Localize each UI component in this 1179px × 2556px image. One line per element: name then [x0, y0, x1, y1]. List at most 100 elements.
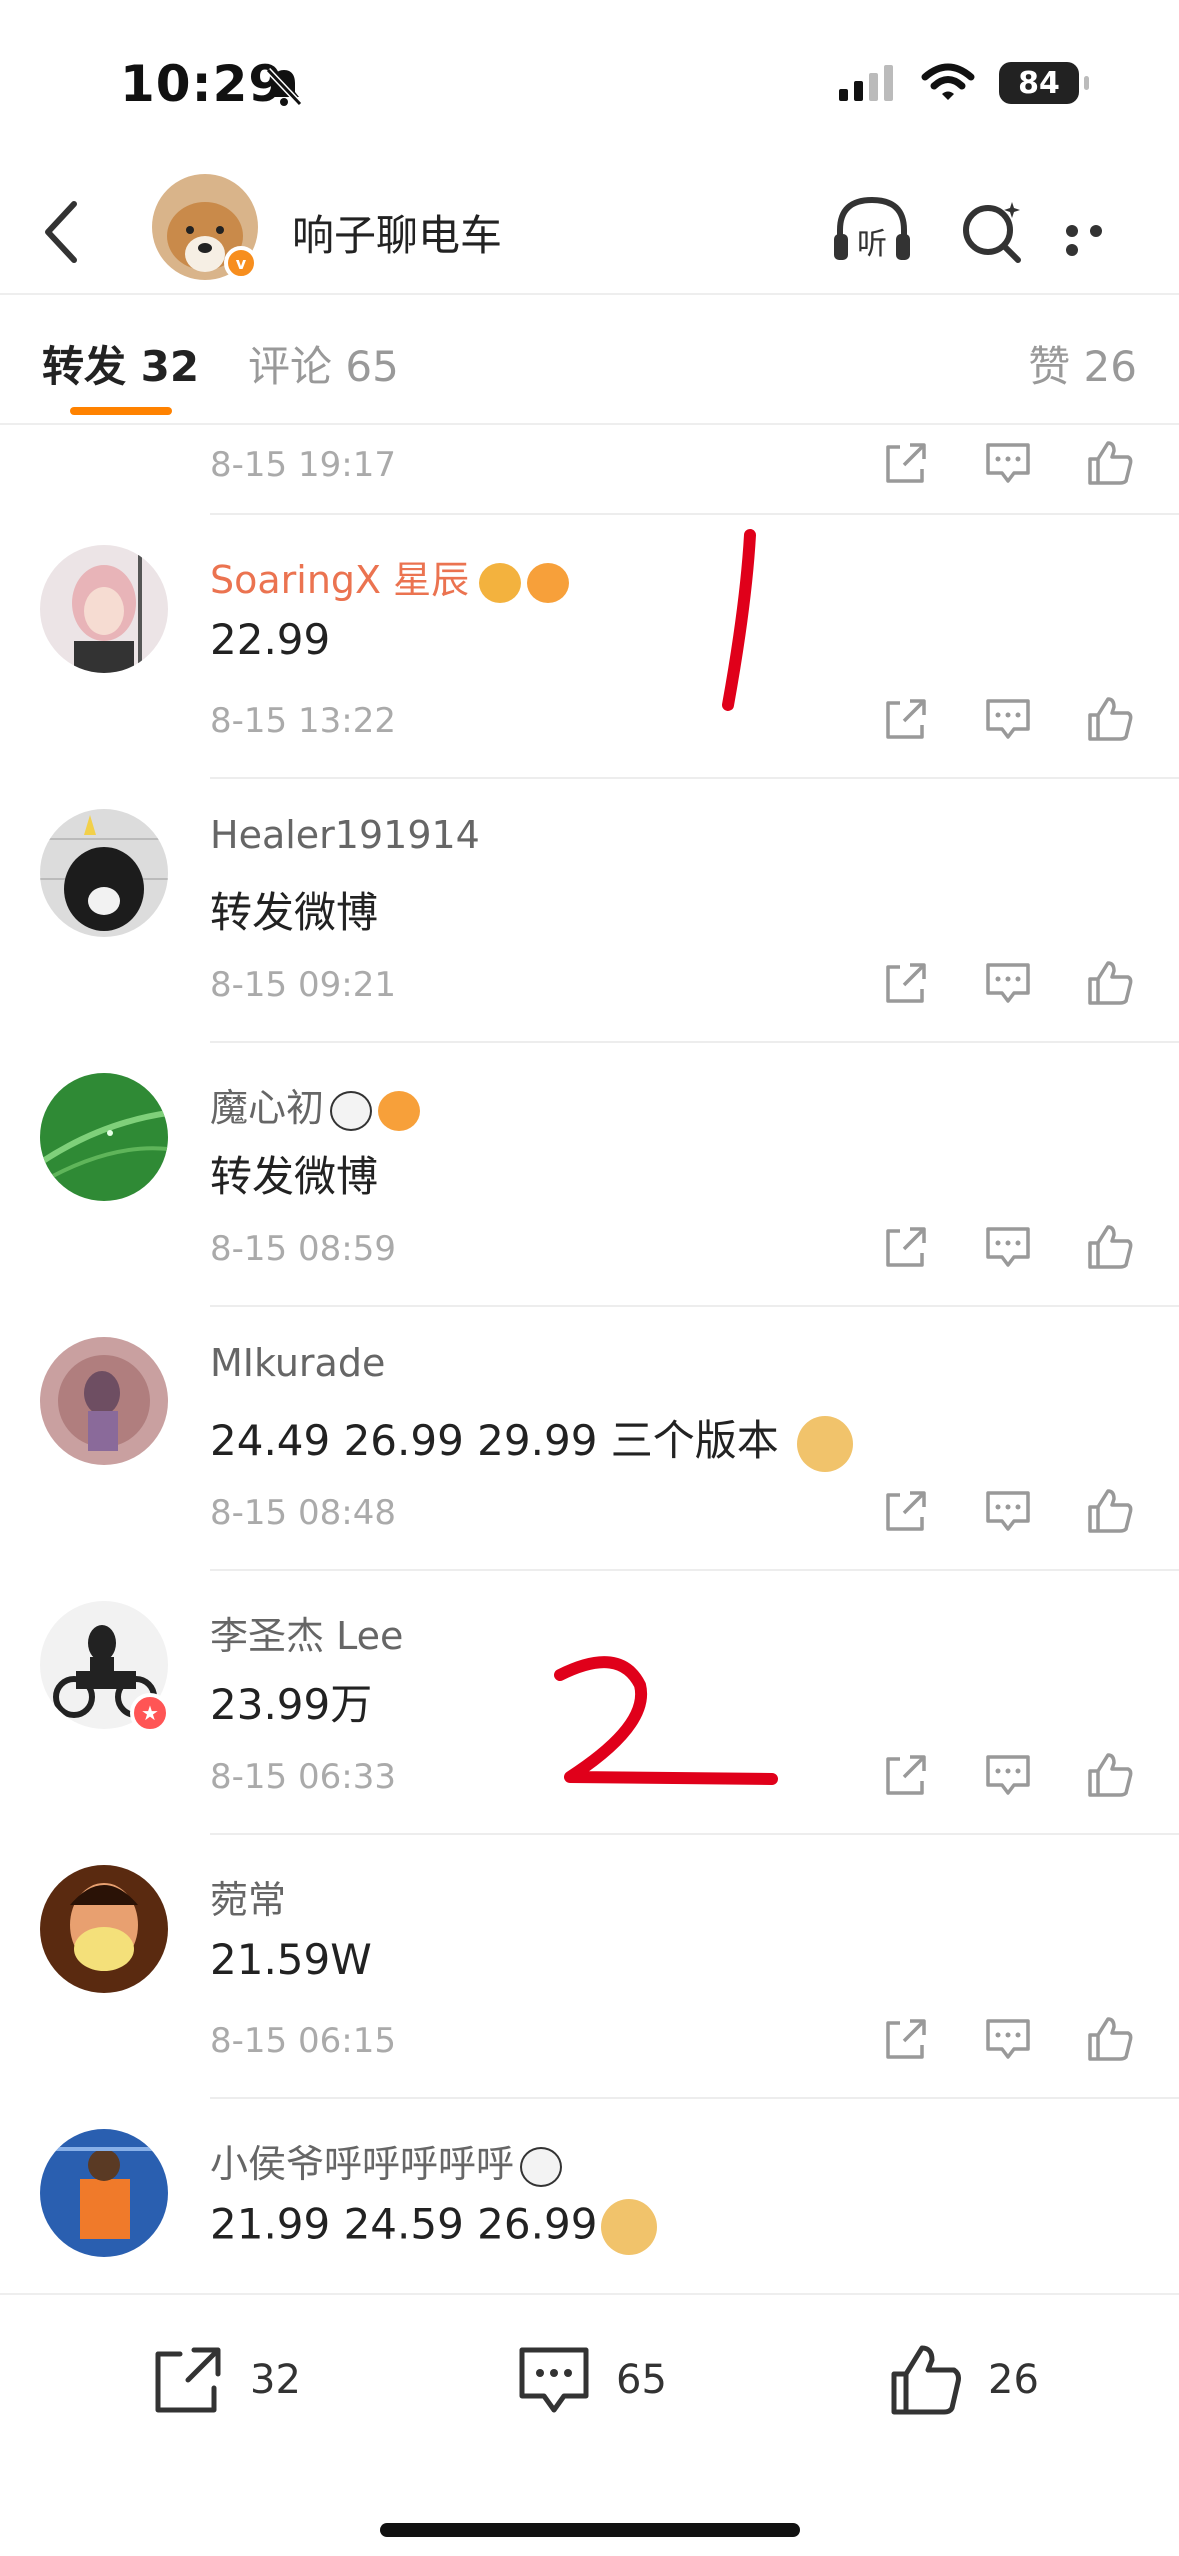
list-item[interactable]: ★ 李圣杰 Lee 23.99万 8-15 06:33: [0, 1571, 1179, 1835]
like-icon[interactable]: [1084, 1485, 1136, 1537]
comment-icon[interactable]: [982, 1221, 1034, 1273]
repost-time: 8-15 06:33: [210, 1757, 396, 1797]
username-text[interactable]: 魔心初: [210, 1086, 324, 1130]
comment-icon[interactable]: [982, 957, 1034, 1009]
comment-icon[interactable]: [982, 1485, 1034, 1537]
share-icon[interactable]: [880, 693, 932, 745]
list-item-partial: 8-15 19:17: [0, 425, 1179, 515]
wifi-icon: [921, 63, 975, 100]
user-avatar[interactable]: [40, 2129, 168, 2257]
panda-badge-icon: [330, 1090, 373, 1131]
like-icon[interactable]: [1084, 957, 1136, 1009]
svg-text:听: 听: [857, 227, 887, 262]
more-options-icon[interactable]: [1066, 222, 1136, 256]
comment-icon[interactable]: [982, 693, 1034, 745]
author-name[interactable]: 响子聊电车: [292, 202, 502, 263]
username[interactable]: 小侯爷呼呼呼呼呼: [210, 2133, 563, 2188]
bell-off-icon: [265, 67, 303, 107]
fish-badge-icon: [378, 1090, 421, 1131]
tab-likes[interactable]: 赞 26: [1028, 333, 1137, 394]
username[interactable]: Healer191914: [210, 813, 480, 857]
repost-time: 8-15 19:17: [210, 445, 396, 485]
header-divider: [0, 293, 1179, 295]
star-badge-icon: ★: [130, 1693, 170, 1733]
list-item[interactable]: SoaringX 星辰 22.99 8-15 13:22: [0, 515, 1179, 779]
username[interactable]: MIkurade: [210, 1341, 385, 1385]
status-time: 10:29: [120, 55, 285, 113]
share-icon[interactable]: [880, 1749, 932, 1801]
like-count: 26: [988, 2357, 1039, 2403]
repost-list[interactable]: 8-15 19:17 SoaringX 星辰 22.99 8-15 13:22 …: [0, 425, 1179, 2293]
share-icon[interactable]: [880, 957, 932, 1009]
username[interactable]: 李圣杰 Lee: [210, 1605, 403, 1660]
repost-content: 24.49 26.99 29.99 三个版本: [210, 1407, 853, 1472]
list-item[interactable]: 小侯爷呼呼呼呼呼 21.99 24.59 26.99: [0, 2099, 1179, 2293]
repost-content-text: 21.99 24.59 26.99: [210, 2199, 598, 2249]
repost-content: 22.99: [210, 615, 331, 664]
repost-time: 8-15 06:15: [210, 2021, 396, 2061]
username[interactable]: 菀常: [210, 1869, 286, 1924]
repost-content: 23.99万: [210, 1680, 373, 1729]
username-text[interactable]: SoaringX 星辰: [210, 558, 469, 602]
listen-headphones-icon[interactable]: 听: [830, 190, 914, 270]
list-item[interactable]: MIkurade 24.49 26.99 29.99 三个版本 8-15 08:…: [0, 1307, 1179, 1571]
home-indicator[interactable]: [380, 2523, 800, 2537]
active-tab-indicator: [70, 407, 172, 415]
tab-comment[interactable]: 评论 65: [248, 333, 399, 394]
repost-button[interactable]: 32: [148, 2335, 301, 2425]
user-avatar[interactable]: [40, 809, 168, 937]
user-avatar[interactable]: [40, 1073, 168, 1201]
tab-bar: 转发 32 评论 65 赞 26: [0, 297, 1179, 425]
repost-content-text: 24.49 26.99 29.99 三个版本: [210, 1416, 779, 1465]
repost-time: 8-15 08:59: [210, 1229, 396, 1269]
page-header: v 响子聊电车 听: [0, 170, 1179, 295]
repost-time: 8-15 08:48: [210, 1493, 396, 1533]
repost-content: 21.59W: [210, 1935, 372, 1984]
status-bar: 10:29 84: [0, 0, 1179, 170]
thumbs-up-icon: [891, 2345, 961, 2415]
like-icon[interactable]: [1084, 1749, 1136, 1801]
fish-badge-icon: [527, 562, 570, 603]
share-icon[interactable]: [880, 437, 932, 489]
back-arrow-icon[interactable]: [30, 192, 90, 272]
share-icon[interactable]: [880, 2013, 932, 2065]
repost-time: 8-15 13:22: [210, 701, 396, 741]
comment-button[interactable]: 65: [514, 2335, 667, 2425]
verified-badge: v: [224, 246, 258, 280]
repost-content: 转发微博: [210, 1152, 379, 1201]
like-icon[interactable]: [1084, 693, 1136, 745]
username[interactable]: 魔心初: [210, 1077, 421, 1132]
username-text[interactable]: 小侯爷呼呼呼呼呼: [210, 2142, 514, 2186]
list-item[interactable]: 菀常 21.59W 8-15 06:15: [0, 1835, 1179, 2099]
like-icon[interactable]: [1084, 2013, 1136, 2065]
username[interactable]: SoaringX 星辰: [210, 549, 570, 604]
status-indicators: 84: [839, 62, 1089, 104]
repost-icon: [155, 2347, 221, 2413]
doge-emoji-icon: [601, 2199, 658, 2255]
battery-indicator: 84: [999, 62, 1089, 104]
comment-count: 65: [616, 2357, 667, 2403]
comment-icon[interactable]: [982, 437, 1034, 489]
crown-badge-icon: [479, 562, 522, 603]
like-button[interactable]: 26: [886, 2335, 1039, 2425]
share-icon[interactable]: [880, 1485, 932, 1537]
search-icon[interactable]: [956, 190, 1026, 270]
like-icon[interactable]: [1084, 1221, 1136, 1273]
repost-content: 21.99 24.59 26.99: [210, 2199, 658, 2255]
cellular-signal-icon: [839, 65, 893, 101]
list-item[interactable]: Healer191914 转发微博 8-15 09:21: [0, 779, 1179, 1043]
repost-time: 8-15 09:21: [210, 965, 396, 1005]
list-item[interactable]: 魔心初 转发微博 8-15 08:59: [0, 1043, 1179, 1307]
like-icon[interactable]: [1084, 437, 1136, 489]
user-avatar[interactable]: [40, 1337, 168, 1465]
share-icon[interactable]: [880, 1221, 932, 1273]
doge-emoji-icon: [796, 1415, 853, 1472]
comment-icon[interactable]: [982, 1749, 1034, 1801]
comment-icon[interactable]: [982, 2013, 1034, 2065]
panda-badge-icon: [520, 2146, 563, 2187]
user-avatar[interactable]: [40, 545, 168, 673]
tab-repost[interactable]: 转发 32: [42, 333, 199, 394]
comment-bubble-icon: [519, 2347, 589, 2413]
bottom-action-bar: 32 65 26: [0, 2293, 1179, 2556]
user-avatar[interactable]: [40, 1865, 168, 1993]
